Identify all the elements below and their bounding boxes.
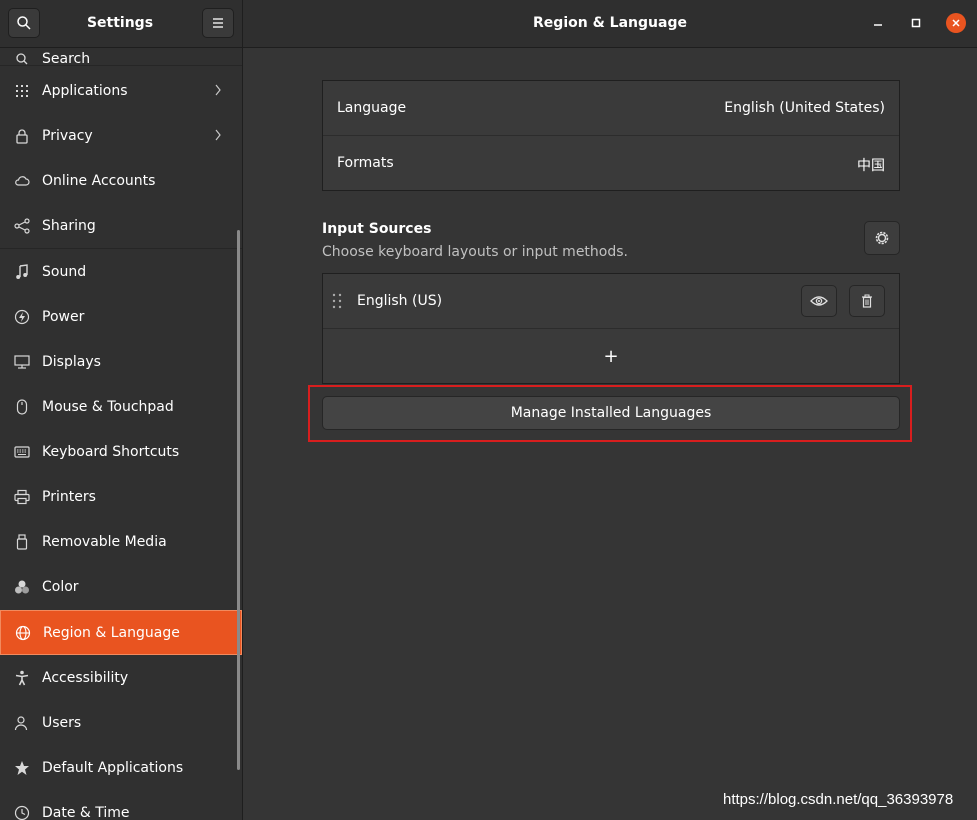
drag-handle-icon[interactable] bbox=[332, 293, 342, 309]
printer-icon bbox=[13, 488, 31, 506]
sidebar-item-label: Sharing bbox=[42, 217, 96, 234]
language-value[interactable]: English (United States) bbox=[724, 100, 885, 116]
close-icon bbox=[952, 19, 960, 27]
sidebar-title: Settings bbox=[86, 15, 154, 31]
page-title: Region & Language bbox=[533, 15, 687, 31]
sidebar-item-label: Printers bbox=[42, 488, 96, 505]
eye-icon bbox=[810, 296, 828, 306]
sidebar-item-privacy[interactable]: Privacy bbox=[0, 113, 242, 158]
watermark: https://blog.csdn.net/qq_36393978 bbox=[723, 791, 954, 808]
sidebar-scrollbar[interactable] bbox=[237, 230, 240, 770]
power-icon bbox=[13, 308, 31, 326]
sidebar-item-label: Power bbox=[42, 308, 85, 325]
add-icon: + bbox=[603, 345, 619, 367]
manage-installed-languages-button[interactable]: Manage Installed Languages bbox=[322, 396, 900, 430]
hamburger-menu-icon bbox=[213, 18, 223, 28]
gear-icon bbox=[875, 231, 889, 245]
sidebar-item-region-language[interactable]: Region & Language bbox=[0, 610, 242, 655]
input-sources-list: English (US) + bbox=[322, 273, 900, 384]
apps-grid-icon bbox=[13, 82, 31, 100]
minimize-button[interactable] bbox=[869, 14, 887, 32]
sidebar-item-users[interactable]: Users bbox=[0, 700, 242, 745]
formats-value[interactable]: 中国 bbox=[857, 155, 885, 175]
input-sources-options-button[interactable] bbox=[864, 221, 900, 255]
clock-icon bbox=[13, 804, 31, 820]
sidebar-item-sharing[interactable]: Sharing bbox=[0, 203, 242, 248]
removable-media-icon bbox=[13, 533, 31, 551]
divider bbox=[323, 135, 899, 136]
sidebar-item-applications[interactable]: Applications bbox=[0, 68, 242, 113]
color-icon bbox=[13, 578, 31, 596]
lock-icon bbox=[13, 127, 31, 145]
keyboard-icon bbox=[13, 443, 31, 461]
sidebar-item-label: Removable Media bbox=[42, 533, 167, 550]
minimize-icon bbox=[874, 24, 882, 26]
remove-input-source-button[interactable] bbox=[849, 285, 885, 317]
sidebar-item-label: Displays bbox=[42, 353, 101, 370]
accessibility-icon bbox=[13, 669, 31, 687]
search-icon bbox=[17, 16, 31, 30]
input-sources-title: Input Sources bbox=[322, 221, 432, 237]
sidebar-item-power[interactable]: Power bbox=[0, 294, 242, 339]
chevron-right-icon bbox=[215, 84, 221, 96]
sidebar-item-label: Mouse & Touchpad bbox=[42, 398, 174, 415]
sidebar-item-mouse-touchpad[interactable]: Mouse & Touchpad bbox=[0, 384, 242, 429]
add-input-source-button[interactable]: + bbox=[323, 329, 899, 383]
sidebar-item-online-accounts[interactable]: Online Accounts bbox=[0, 158, 242, 203]
sidebar: Search Applications Privacy Online Accou… bbox=[0, 48, 243, 820]
main-header: Region & Language bbox=[243, 0, 977, 48]
mouse-icon bbox=[13, 398, 31, 416]
sidebar-item-displays[interactable]: Displays bbox=[0, 339, 242, 384]
trash-icon bbox=[862, 294, 872, 308]
language-formats-panel: Language English (United States) Formats… bbox=[322, 80, 900, 191]
search-button[interactable] bbox=[8, 8, 40, 38]
globe-icon bbox=[14, 624, 32, 642]
sidebar-item-label: Online Accounts bbox=[42, 172, 156, 189]
sidebar-item-default-applications[interactable]: Default Applications bbox=[0, 745, 242, 790]
sidebar-item-label: Default Applications bbox=[42, 759, 184, 776]
list-item[interactable]: English (US) bbox=[323, 274, 899, 328]
sidebar-item-removable-media[interactable]: Removable Media bbox=[0, 519, 242, 564]
chevron-right-icon bbox=[215, 129, 221, 141]
sidebar-item-label: Applications bbox=[42, 82, 128, 99]
sidebar-item-printers[interactable]: Printers bbox=[0, 474, 242, 519]
formats-label: Formats bbox=[337, 155, 394, 171]
sidebar-item-label: Accessibility bbox=[42, 669, 129, 686]
sidebar-item-keyboard-shortcuts[interactable]: Keyboard Shortcuts bbox=[0, 429, 242, 474]
maximize-icon bbox=[911, 18, 921, 28]
sidebar-item-label: Color bbox=[42, 578, 79, 595]
sidebar-item-label: Privacy bbox=[42, 127, 93, 144]
maximize-button[interactable] bbox=[907, 14, 925, 32]
input-source-label: English (US) bbox=[357, 293, 443, 309]
sidebar-header: Settings bbox=[0, 0, 243, 48]
sidebar-item-date-time[interactable]: Date & Time bbox=[0, 790, 242, 820]
sidebar-item-label: Region & Language bbox=[43, 624, 180, 641]
sidebar-item-label: Keyboard Shortcuts bbox=[42, 443, 180, 460]
divider bbox=[0, 65, 242, 66]
sidebar-item-label: Sound bbox=[42, 263, 87, 280]
sidebar-item-label: Users bbox=[42, 714, 82, 731]
sidebar-item-label: Date & Time bbox=[42, 804, 130, 820]
input-sources-subtitle: Choose keyboard layouts or input methods… bbox=[322, 244, 628, 260]
close-button[interactable] bbox=[946, 13, 966, 33]
menu-button[interactable] bbox=[202, 8, 234, 38]
sidebar-item-color[interactable]: Color bbox=[0, 564, 242, 609]
music-note-icon bbox=[13, 263, 31, 281]
cloud-icon bbox=[13, 172, 31, 190]
display-icon bbox=[13, 353, 31, 371]
user-icon bbox=[13, 714, 31, 732]
share-icon bbox=[13, 217, 31, 235]
star-icon bbox=[13, 759, 31, 777]
preview-layout-button[interactable] bbox=[801, 285, 837, 317]
language-label: Language bbox=[337, 100, 407, 116]
sidebar-item-accessibility[interactable]: Accessibility bbox=[0, 655, 242, 700]
sidebar-item-sound[interactable]: Sound bbox=[0, 249, 242, 294]
